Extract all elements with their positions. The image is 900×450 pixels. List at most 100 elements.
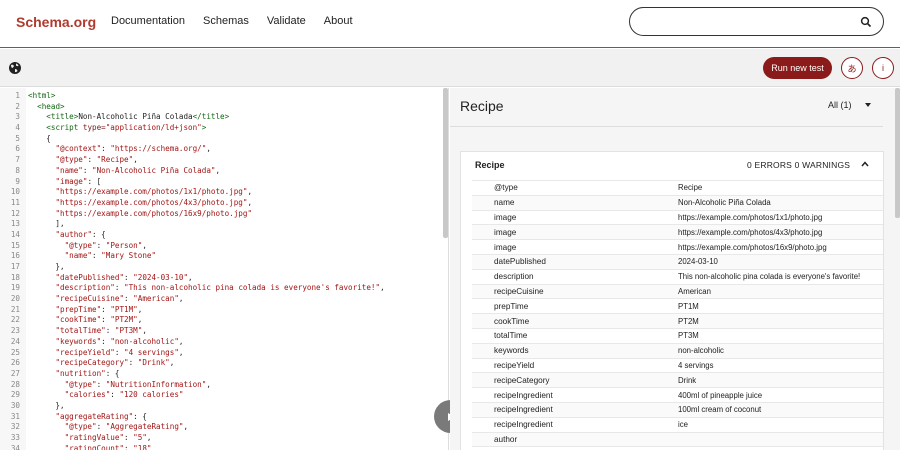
code-token: : {: [105, 368, 120, 378]
line-text: "ratingValue": "5",: [24, 433, 152, 444]
chevron-up-icon[interactable]: [860, 159, 870, 169]
line-text: <title>Non-Alcoholic Piña Colada</title>: [24, 112, 229, 123]
site-logo[interactable]: Schema.org: [16, 14, 96, 30]
code-line[interactable]: 2 <head>: [0, 102, 440, 113]
code-token: "cookTime": [55, 315, 102, 325]
property-name: image: [494, 212, 517, 222]
line-number: 3: [15, 112, 20, 122]
line-number: 4: [15, 123, 20, 133]
property-value: ice: [678, 420, 688, 430]
code-token: "Recipe": [96, 155, 134, 165]
search-input[interactable]: [644, 14, 844, 30]
globe-icon[interactable]: [8, 61, 22, 75]
property-name: prepTime: [494, 301, 529, 311]
code-line[interactable]: 6 "@context": "https://schema.org/",: [0, 144, 440, 155]
nav-link-validate[interactable]: Validate: [267, 15, 306, 27]
code-token: "AggregateRating": [105, 422, 184, 432]
code-token: "PT1M": [110, 304, 138, 314]
property-name: totalTime: [494, 331, 528, 341]
code-token: "This non-alcoholic pina colada is every…: [124, 283, 381, 293]
property-row: datePublished 2024-03-10: [472, 253, 883, 269]
info-button[interactable]: i: [872, 57, 894, 79]
code-line[interactable]: 33 "ratingValue": "5",: [0, 433, 440, 444]
property-value: https://example.com/photos/4x3/photo.jpg: [678, 227, 823, 237]
line-text: "@type": "Person",: [24, 241, 147, 252]
code-token: :: [124, 433, 134, 442]
code-line[interactable]: 14 "author": {: [0, 230, 440, 241]
nav-link-about[interactable]: About: [324, 15, 353, 27]
code-token: "@type": [64, 379, 97, 389]
line-text: "@type": "AggregateRating",: [24, 422, 188, 433]
code-token: :: [101, 336, 111, 346]
error-warning-count: 0 ERRORS 0 WARNINGS: [747, 160, 851, 170]
code-token: type=: [82, 123, 106, 133]
nav-link-documentation[interactable]: Documentation: [111, 15, 185, 27]
nav-link-schemas[interactable]: Schemas: [203, 15, 249, 27]
code-editor[interactable]: 1 <html> 2 <head> 3 <title>Non-Alcoholic Pi…: [0, 88, 449, 450]
code-line[interactable]: 24 "keywords": "non-alcoholic",: [0, 337, 440, 348]
code-line[interactable]: 28 "@type": "NutritionInformation",: [0, 380, 440, 391]
code-token: : {: [133, 411, 147, 421]
code-line[interactable]: 26 "recipeCategory": "Drink",: [0, 358, 440, 369]
code-line[interactable]: 27 "nutrition": {: [0, 369, 440, 380]
editor-scrollbar[interactable]: [443, 88, 448, 238]
code-token: "author": [55, 229, 93, 239]
result-card-title[interactable]: Recipe: [475, 160, 505, 170]
code-line[interactable]: 34 "ratingCount": "18": [0, 444, 440, 450]
property-name: recipeCuisine: [494, 286, 544, 296]
code-line[interactable]: 30 },: [0, 401, 440, 412]
property-value: Non-Alcoholic Piña Colada: [678, 198, 771, 208]
code-token: "calories": [64, 390, 111, 400]
code-line[interactable]: 16 "name": "Mary Stone": [0, 251, 440, 262]
property-name: datePublished: [494, 257, 546, 267]
top-navigation-bar: Schema.org Documentation Schemas Validat…: [0, 0, 900, 48]
code-token: "recipeCategory": [55, 358, 129, 368]
code-line[interactable]: 15 "@type": "Person",: [0, 241, 440, 252]
code-line[interactable]: 10 "https://example.com/photos/1x1/photo…: [0, 187, 440, 198]
code-token: ,: [142, 240, 147, 250]
code-line[interactable]: 25 "recipeYield": "4 servings",: [0, 348, 440, 359]
code-token: ,: [146, 433, 152, 442]
code-token: "Drink": [137, 358, 170, 368]
code-content[interactable]: 1 <html> 2 <head> 3 <title>Non-Alcoholic Pi…: [0, 91, 440, 450]
code-line[interactable]: 20 "recipeCuisine": "American",: [0, 294, 440, 305]
property-row: recipeCuisine American: [472, 283, 883, 299]
code-line[interactable]: 11 "https://example.com/photos/4x3/photo…: [0, 198, 440, 209]
code-line[interactable]: 5 {: [0, 134, 440, 145]
code-line[interactable]: 1 <html>: [0, 91, 440, 102]
property-value: Recipe: [678, 183, 703, 193]
run-new-test-button[interactable]: Run new test: [763, 57, 832, 79]
filter-dropdown[interactable]: All (1): [828, 100, 872, 110]
code-token: <head>: [37, 101, 65, 111]
code-line[interactable]: 22 "cookTime": "PT2M",: [0, 315, 440, 326]
code-line[interactable]: 23 "totalTime": "PT3M",: [0, 326, 440, 337]
code-line[interactable]: 12 "https://example.com/photos/16x9/phot…: [0, 209, 440, 220]
search-icon[interactable]: [860, 16, 872, 28]
code-line[interactable]: 4 <script type="application/ld+json">: [0, 123, 440, 134]
code-token: "totalTime": [55, 326, 106, 336]
code-line[interactable]: 19 "description": "This non-alcoholic pi…: [0, 283, 440, 294]
language-button[interactable]: あ: [841, 57, 863, 79]
code-line[interactable]: 31 "aggregateRating": {: [0, 412, 440, 423]
code-line[interactable]: 3 <title>Non-Alcoholic Piña Colada</titl…: [0, 112, 440, 123]
property-row: recipeCategory Drink: [472, 372, 883, 388]
code-token: :: [101, 304, 111, 314]
code-line[interactable]: 18 "datePublished": "2024-03-10",: [0, 273, 440, 284]
code-line[interactable]: 13 ],: [0, 219, 440, 230]
code-line[interactable]: 29 "calories": "120 calories": [0, 390, 440, 401]
code-line[interactable]: 21 "prepTime": "PT1M",: [0, 305, 440, 316]
property-name: recipeIngredient: [494, 420, 553, 430]
code-line[interactable]: 9 "image": [: [0, 177, 440, 188]
code-line[interactable]: 17 },: [0, 262, 440, 273]
code-line[interactable]: 32 "@type": "AggregateRating",: [0, 422, 440, 433]
code-line[interactable]: 7 "@type": "Recipe",: [0, 155, 440, 166]
results-scrollbar[interactable]: [895, 88, 900, 218]
code-token: ,: [206, 379, 211, 389]
line-text: "name": "Mary Stone": [24, 251, 156, 262]
code-line[interactable]: 8 "name": "Non-Alcoholic Piña Colada",: [0, 166, 440, 177]
property-row: @type Recipe: [472, 180, 883, 195]
